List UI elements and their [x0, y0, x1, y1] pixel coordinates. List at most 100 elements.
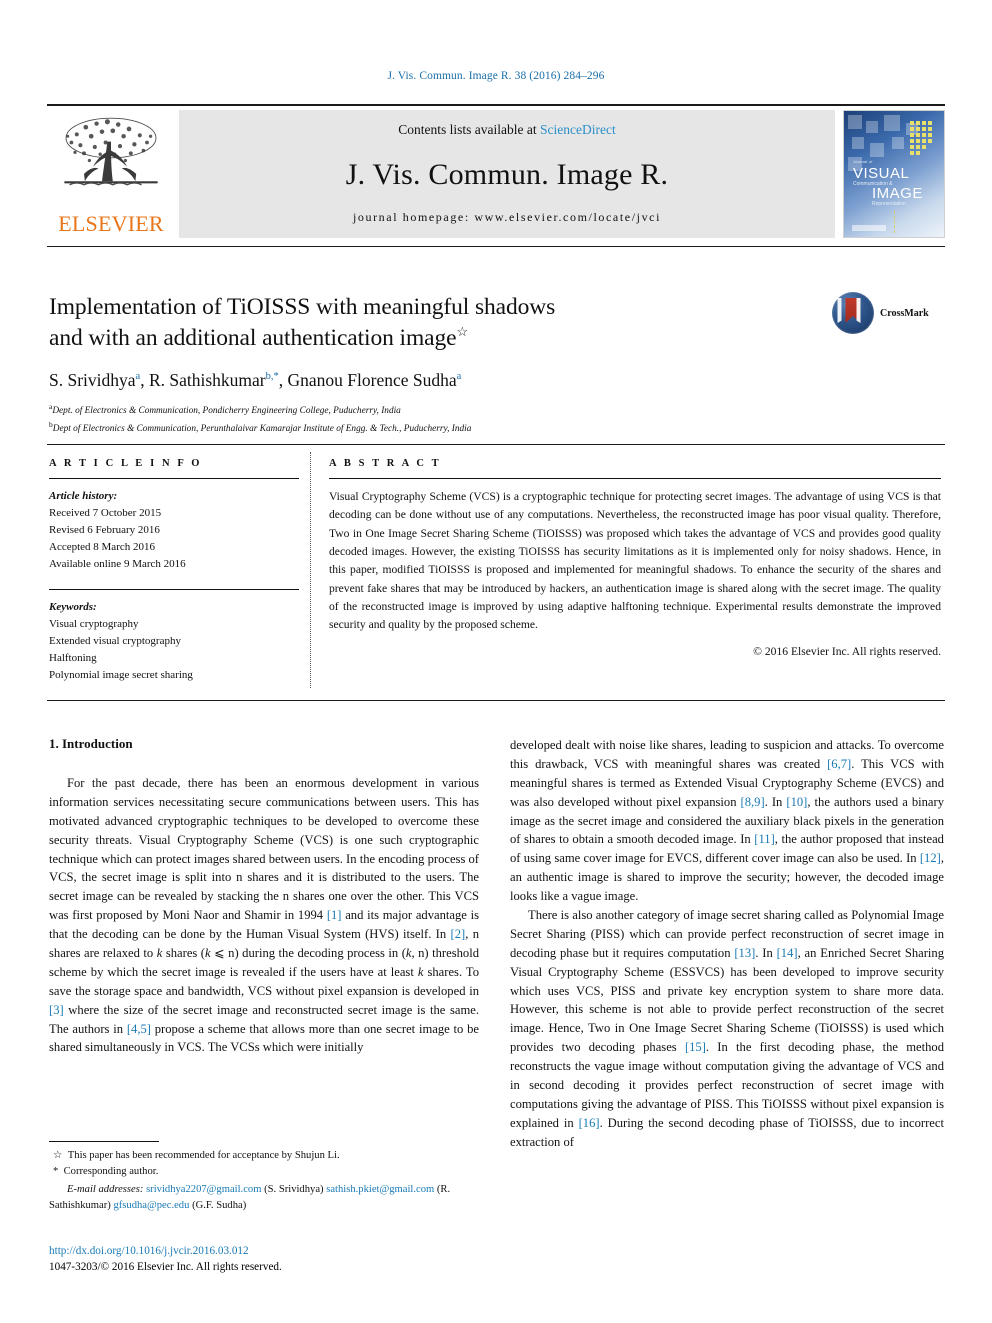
body-column-right: developed dealt with noise like shares, … [510, 736, 944, 1152]
citation-12[interactable]: [12] [920, 851, 941, 865]
email-addresses-label: E-mail addresses: [67, 1183, 144, 1195]
affiliation-a: aDept. of Electronics & Communication, P… [49, 401, 749, 419]
history-accepted: Accepted 8 March 2016 [49, 541, 155, 554]
section-heading-introduction: 1. Introduction [49, 736, 133, 751]
citation-8-9[interactable]: [8,9] [741, 795, 765, 809]
article-info-heading: A R T I C L E I N F O [49, 458, 203, 469]
elsevier-tree-icon [64, 117, 158, 186]
keyword-2: Extended visual cryptography [49, 635, 181, 648]
email-owner-1: (S. Srividhya) [264, 1183, 324, 1195]
citation-3[interactable]: [3] [49, 1003, 64, 1017]
intro-paragraph-left: For the past decade, there has been an e… [49, 776, 480, 1055]
article-history-label: Article history: [49, 490, 118, 502]
elsevier-wordmark: ELSEVIER [58, 211, 164, 236]
contents-available-line: Contents lists available at ScienceDirec… [398, 122, 615, 138]
running-head: J. Vis. Commun. Image R. 38 (2016) 284–2… [387, 70, 605, 82]
abstract-copyright: © 2016 Elsevier Inc. All rights reserved… [753, 644, 941, 658]
citation-2[interactable]: [2] [451, 927, 466, 941]
contents-prefix: Contents lists available at [398, 122, 540, 137]
keyword-1: Visual cryptography [49, 618, 139, 631]
affiliation-list: aDept. of Electronics & Communication, P… [49, 401, 749, 437]
footnote-corresponding-text: Corresponding author. [63, 1165, 159, 1177]
crossmark-badge-group[interactable]: CrossMark [832, 292, 929, 334]
email-link-2[interactable]: sathish.pkiet@gmail.com [326, 1184, 434, 1195]
footnote-rule [49, 1141, 159, 1142]
author-name-3: Gnanou Florence Sudha [287, 370, 457, 391]
history-online: Available online 9 March 2016 [49, 558, 186, 571]
affiliation-b: bDept of Electronics & Communication, Pe… [49, 419, 749, 437]
abstract-column: A B S T R A C T Visual Cryptography Sche… [329, 458, 941, 658]
footnote-email-line: E-mail addresses: srividhya2207@gmail.co… [49, 1182, 481, 1214]
author-list: S. Srividhyaa, R. Sathishkumarb,*, Gnano… [49, 370, 462, 391]
body-column-left: 1. Introduction For the past decade, the… [49, 736, 479, 1057]
footnote-block: ☆ This paper has been recommended for ac… [49, 1148, 481, 1214]
footnote-asterisk-marker: * [53, 1165, 64, 1177]
contents-panel: Contents lists available at ScienceDirec… [179, 110, 835, 238]
keywords-label: Keywords: [49, 601, 97, 614]
body-top-rule [47, 700, 945, 701]
keyword-3: Halftoning [49, 652, 97, 665]
sciencedirect-link[interactable]: ScienceDirect [540, 122, 616, 137]
body-paragraph-right-2: There is also another category of image … [510, 908, 945, 1149]
cover-dashed-rule [894, 211, 896, 233]
cover-publisher-mark [852, 225, 886, 231]
cover-visual-word: VISUAL [853, 165, 910, 182]
title-line-1: Implementation of TiOISSS with meaningfu… [49, 294, 556, 320]
journal-masthead: ELSEVIER Contents lists available at Sci… [47, 104, 945, 238]
article-info-column: A R T I C L E I N F O Article history: R… [49, 458, 299, 684]
cover-subtitle-representation: Representation [872, 201, 906, 207]
footnote-star-marker: ☆ [53, 1150, 68, 1161]
citation-13[interactable]: [13] [734, 946, 755, 960]
abstract-heading: A B S T R A C T [329, 458, 442, 469]
journal-homepage[interactable]: journal homepage: www.elsevier.com/locat… [353, 210, 661, 225]
info-top-rule [47, 444, 945, 445]
keywords-block: Keywords: Visual cryptography Extended v… [49, 599, 299, 684]
keyword-4: Polynomial image secret sharing [49, 669, 193, 682]
issn-copyright-line: 1047-3203/© 2016 Elsevier Inc. All right… [49, 1261, 282, 1274]
citation-11[interactable]: [11] [754, 832, 775, 846]
citation-15[interactable]: [15] [685, 1040, 706, 1054]
abstract-rule [329, 478, 941, 479]
citation-10[interactable]: [10] [786, 795, 807, 809]
journal-cover-block: Journal of VISUAL Communication & IMAGE … [841, 110, 945, 238]
journal-title: J. Vis. Commun. Image R. [345, 158, 669, 191]
article-history-block: Article history: Received 7 October 2015… [49, 488, 299, 573]
affiliation-text-b: Dept of Electronics & Communication, Per… [52, 424, 472, 435]
journal-cover-image: Journal of VISUAL Communication & IMAGE … [843, 110, 945, 238]
citation-14[interactable]: [14] [777, 946, 798, 960]
abstract-text: Visual Cryptography Scheme (VCS) is a cr… [329, 490, 941, 632]
doi-link[interactable]: http://dx.doi.org/10.1016/j.jvcir.2016.0… [49, 1243, 481, 1259]
email-link-1[interactable]: srividhya2207@gmail.com [146, 1184, 261, 1195]
elsevier-logo-block: ELSEVIER [47, 110, 175, 238]
crossmark-icon [832, 292, 874, 334]
body-paragraph-right-1: developed dealt with noise like shares, … [510, 738, 944, 904]
footnote-star-note: ☆ This paper has been recommended for ac… [49, 1148, 481, 1164]
history-revised: Revised 6 February 2016 [49, 524, 160, 537]
crossmark-label: CrossMark [880, 307, 929, 319]
author-sup-1: a [135, 371, 141, 383]
cover-image-word: IMAGE [872, 185, 923, 202]
footnote-corresponding-note: * Corresponding author. [49, 1164, 481, 1180]
email-link-3[interactable]: gfsudha@pec.edu [113, 1200, 189, 1211]
keywords-rule [49, 589, 299, 591]
affiliation-text-a: Dept. of Electronics & Communication, Po… [52, 406, 401, 417]
cover-journal-of-label: Journal of [853, 159, 873, 164]
info-abstract-divider [310, 452, 311, 688]
author-sup-3: a [456, 371, 462, 383]
title-footnote-marker: ☆ [456, 323, 469, 339]
history-received: Received 7 October 2015 [49, 507, 162, 520]
citation-4-5[interactable]: [4,5] [127, 1022, 151, 1036]
citation-16[interactable]: [16] [579, 1116, 600, 1130]
paper-page: J. Vis. Commun. Image R. 38 (2016) 284–2… [0, 0, 992, 1323]
footnote-star-text: This paper has been recommended for acce… [67, 1150, 340, 1161]
title-top-rule [47, 246, 945, 247]
author-sup-2: b,* [265, 371, 279, 383]
page-title: Implementation of TiOISSS with meaningfu… [49, 292, 749, 353]
doi-block: http://dx.doi.org/10.1016/j.jvcir.2016.0… [49, 1243, 481, 1275]
title-area: Implementation of TiOISSS with meaningfu… [49, 292, 749, 437]
author-name-1: S. Srividhya [49, 370, 136, 391]
citation-6-7[interactable]: [6,7] [827, 757, 851, 771]
email-owner-3: (G.F. Sudha) [192, 1199, 247, 1211]
author-name-2: R. Sathishkumar [148, 370, 266, 391]
citation-1[interactable]: [1] [327, 908, 342, 922]
